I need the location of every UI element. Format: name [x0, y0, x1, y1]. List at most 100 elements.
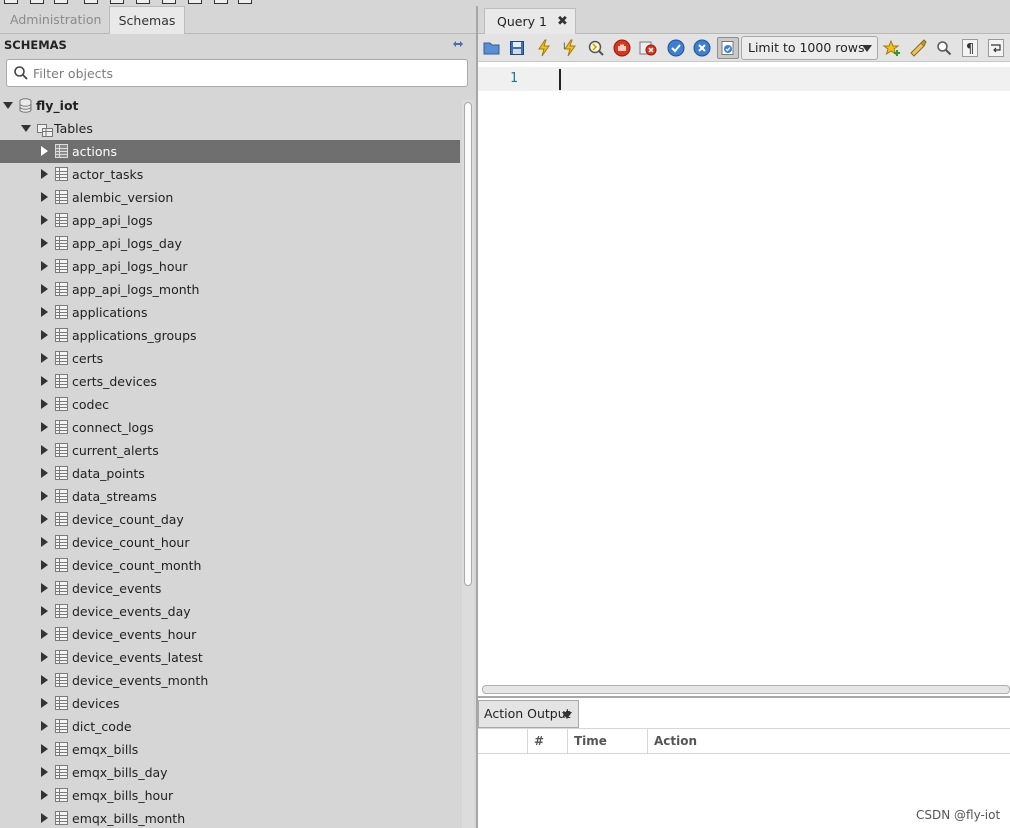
autocommit-toggle-icon[interactable] [717, 37, 739, 59]
table-node[interactable]: app_api_logs [0, 209, 460, 232]
table-node[interactable]: certs_devices [0, 370, 460, 393]
chevron-right-icon[interactable] [41, 445, 48, 455]
table-node[interactable]: connect_logs [0, 416, 460, 439]
close-icon[interactable]: ✖ [557, 9, 568, 34]
toolbar-icon[interactable] [110, 0, 124, 4]
toolbar-icon[interactable] [214, 0, 228, 4]
chevron-right-icon[interactable] [41, 192, 48, 202]
table-node[interactable]: current_alerts [0, 439, 460, 462]
toolbar-icon[interactable] [238, 0, 252, 4]
table-node[interactable]: device_events_day [0, 600, 460, 623]
table-node[interactable]: data_streams [0, 485, 460, 508]
table-node[interactable]: emqx_bills_month [0, 807, 460, 828]
chevron-right-icon[interactable] [41, 698, 48, 708]
chevron-right-icon[interactable] [41, 744, 48, 754]
table-node[interactable]: app_api_logs_month [0, 278, 460, 301]
commit-icon[interactable] [666, 38, 686, 58]
chevron-right-icon[interactable] [41, 399, 48, 409]
tab-administration[interactable]: Administration [0, 6, 104, 34]
table-node[interactable]: applications [0, 301, 460, 324]
toolbar-icon[interactable] [30, 0, 44, 4]
chevron-right-icon[interactable] [41, 422, 48, 432]
stop-on-error-icon[interactable] [638, 38, 658, 58]
toolbar-icon[interactable] [136, 0, 150, 4]
beautify-icon[interactable] [908, 38, 928, 58]
chevron-right-icon[interactable] [41, 491, 48, 501]
chevron-right-icon[interactable] [41, 353, 48, 363]
table-node[interactable]: device_count_hour [0, 531, 460, 554]
explain-icon[interactable] [586, 38, 606, 58]
table-node[interactable]: devices [0, 692, 460, 715]
tab-query-1[interactable]: Query 1 ✖ [484, 8, 576, 35]
editor-horizontal-scrollbar[interactable] [482, 685, 1010, 694]
chevron-down-icon[interactable] [3, 102, 13, 109]
sql-editor[interactable]: 1 [478, 62, 1010, 686]
toolbar-icon[interactable] [4, 0, 18, 4]
chevron-right-icon[interactable] [41, 629, 48, 639]
table-node[interactable]: actions [0, 140, 460, 163]
column-header-time[interactable]: Time [567, 729, 648, 753]
table-node[interactable]: applications_groups [0, 324, 460, 347]
table-node[interactable]: data_points [0, 462, 460, 485]
execute-current-icon[interactable]: I [560, 38, 580, 58]
table-node[interactable]: app_api_logs_hour [0, 255, 460, 278]
tree-scrollbar-thumb[interactable] [464, 102, 472, 586]
table-node[interactable]: emqx_bills_day [0, 761, 460, 784]
tree-scrollbar[interactable] [462, 100, 474, 828]
table-node[interactable]: app_api_logs_day [0, 232, 460, 255]
table-node[interactable]: device_events_month [0, 669, 460, 692]
table-node[interactable]: codec [0, 393, 460, 416]
tab-schemas[interactable]: Schemas [109, 6, 185, 34]
chevron-right-icon[interactable] [41, 767, 48, 777]
chevron-right-icon[interactable] [41, 790, 48, 800]
save-icon[interactable] [507, 38, 527, 58]
chevron-right-icon[interactable] [41, 606, 48, 616]
chevron-down-icon[interactable] [21, 125, 31, 132]
open-file-icon[interactable] [482, 38, 502, 58]
table-node[interactable]: emqx_bills_hour [0, 784, 460, 807]
chevron-right-icon[interactable] [41, 721, 48, 731]
toolbar-icon[interactable] [162, 0, 176, 4]
chevron-right-icon[interactable] [41, 376, 48, 386]
chevron-right-icon[interactable] [41, 146, 48, 156]
chevron-right-icon[interactable] [41, 215, 48, 225]
add-snippet-icon[interactable] [882, 38, 902, 58]
table-node[interactable]: actor_tasks [0, 163, 460, 186]
table-node[interactable]: certs [0, 347, 460, 370]
chevron-right-icon[interactable] [41, 560, 48, 570]
table-node[interactable]: emqx_bills [0, 738, 460, 761]
toolbar-icon[interactable] [84, 0, 98, 4]
rollback-icon[interactable] [692, 38, 712, 58]
chevron-right-icon[interactable] [41, 330, 48, 340]
chevron-right-icon[interactable] [41, 284, 48, 294]
toolbar-icon[interactable] [188, 0, 202, 4]
chevron-right-icon[interactable] [41, 514, 48, 524]
find-icon[interactable] [934, 38, 954, 58]
column-header-action[interactable]: Action [647, 729, 1010, 753]
column-header-number[interactable]: # [527, 729, 568, 753]
chevron-right-icon[interactable] [41, 169, 48, 179]
chevron-right-icon[interactable] [41, 675, 48, 685]
chevron-right-icon[interactable] [41, 813, 48, 823]
output-type-select[interactable]: Action Output [478, 700, 579, 728]
table-node[interactable]: device_events_latest [0, 646, 460, 669]
chevron-right-icon[interactable] [41, 652, 48, 662]
table-node[interactable]: device_events [0, 577, 460, 600]
limit-rows-select[interactable]: Limit to 1000 rows [741, 36, 878, 60]
schema-node[interactable]: fly_iot [0, 94, 460, 117]
filter-box[interactable] [6, 59, 468, 87]
table-node[interactable]: device_events_hour [0, 623, 460, 646]
chevron-right-icon[interactable] [41, 537, 48, 547]
table-node[interactable]: alembic_version [0, 186, 460, 209]
word-wrap-icon[interactable] [986, 38, 1006, 58]
chevron-right-icon[interactable] [41, 261, 48, 271]
tables-folder-node[interactable]: Tables [0, 117, 460, 140]
chevron-right-icon[interactable] [41, 307, 48, 317]
chevron-right-icon[interactable] [41, 583, 48, 593]
toolbar-icon[interactable] [54, 0, 68, 4]
table-node[interactable]: dict_code [0, 715, 460, 738]
stop-icon[interactable] [612, 38, 632, 58]
table-node[interactable]: device_count_month [0, 554, 460, 577]
chevron-right-icon[interactable] [41, 238, 48, 248]
refresh-icon[interactable] [452, 39, 464, 49]
